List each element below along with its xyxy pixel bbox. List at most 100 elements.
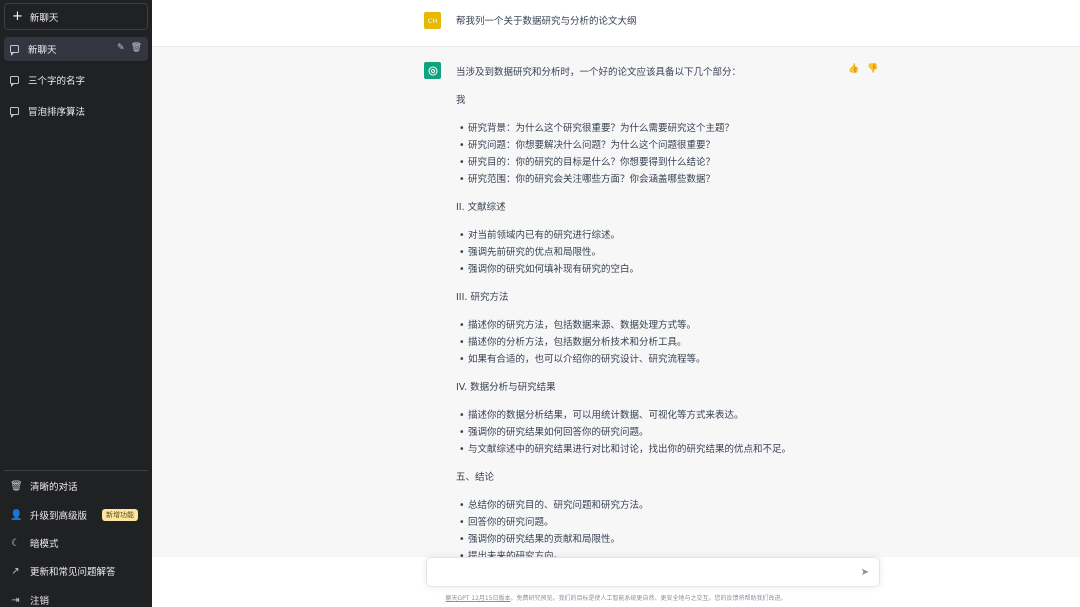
paragraph-text: III. 研究方法	[456, 289, 876, 306]
bullet-marker: •	[459, 123, 465, 134]
bullet-item: • 研究范围：你的研究会关注哪些方面？你会涵盖哪些数据？	[456, 171, 876, 188]
user-avatar: CH	[424, 12, 441, 29]
trash-icon: 🗑	[10, 480, 23, 492]
bullet-marker: •	[459, 337, 465, 348]
line-text: 强调你的研究如何填补现有研究的空白。	[468, 264, 640, 275]
bullet-item: • 强调你的研究结果如何回答你的研究问题。	[456, 424, 876, 441]
upgrade-button[interactable]: 👤 升级到高级版 新增功能	[4, 503, 148, 527]
updates-faq-label: 更新和常见问题解答	[30, 567, 116, 578]
bullet-marker: •	[459, 140, 465, 151]
plus-icon: +	[12, 9, 23, 24]
chat-bubble-icon	[10, 45, 19, 56]
moon-icon: ☾	[11, 537, 20, 549]
paragraph-text: 我	[456, 92, 876, 109]
chat-history-item[interactable]: 冒泡排序算法	[4, 99, 148, 123]
bullet-marker: •	[459, 500, 465, 511]
line-text: 强调先前研究的优点和局限性。	[468, 247, 602, 258]
line-text: 我	[456, 95, 466, 106]
bullet-item: • 描述你的研究方法，包括数据来源、数据处理方式等。	[456, 317, 876, 334]
bullet-marker: •	[459, 427, 465, 438]
line-text: 回答你的研究问题。	[468, 517, 554, 528]
footer-text: 。免费研究预览。我们的目标是使人工智能系统更自然、更安全地与之交互。您的反馈将帮…	[510, 595, 787, 602]
trash-icon[interactable]: 🗑	[131, 43, 142, 53]
chat-history-item[interactable]: 三个字的名字	[4, 68, 148, 92]
assistant-message-row: 👍 👎 当涉及到数据研究和分析时，一个好的论文应该具备以下几个部分：我 • 研究背景…	[152, 47, 1080, 557]
external-link-icon: ↗	[11, 565, 20, 577]
message-input[interactable]: ➤	[426, 557, 880, 587]
user-icon: 👤	[10, 509, 23, 521]
dark-mode-label: 暗模式	[30, 539, 59, 550]
bullet-item: • 对当前领域内已有的研究进行综述。	[456, 227, 876, 244]
bullet-marker: •	[459, 320, 465, 331]
main-chat-area: CH 帮我列一个关于数据研究与分析的论文大纲 👍 👎 当涉及到数据研究和分析时，…	[152, 0, 1080, 607]
release-notes-link[interactable]: 聊天GPT 12月15日版本	[445, 595, 510, 602]
bullet-item: • 描述你的数据分析结果，可以用统计数据、可视化等方式来表达。	[456, 407, 876, 424]
bullet-item: • 与文献综述中的研究结果进行对比和讨论，找出你的研究结果的优点和不足。	[456, 441, 876, 458]
bullet-item: • 研究问题：你想要解决什么问题？为什么这个问题很重要？	[456, 137, 876, 154]
bullet-item: • 回答你的研究问题。	[456, 514, 876, 531]
line-text: 与文献综述中的研究结果进行对比和讨论，找出你的研究结果的优点和不足。	[468, 444, 792, 455]
line-text: 总结你的研究目的、研究问题和研究方法。	[468, 500, 649, 511]
assistant-message-text: 当涉及到数据研究和分析时，一个好的论文应该具备以下几个部分：我 • 研究背景：为什么…	[456, 64, 876, 557]
send-icon[interactable]: ➤	[861, 567, 869, 578]
bullet-item: • 研究目的：你的研究的目标是什么？你想要得到什么结论？	[456, 154, 876, 171]
upgrade-label: 升级到高级版	[30, 511, 88, 522]
line-text: 研究问题：你想要解决什么问题？为什么这个问题很重要？	[468, 140, 716, 151]
bullet-marker: •	[459, 551, 465, 557]
dark-mode-button[interactable]: ☾ 暗模式	[4, 531, 148, 555]
bullet-item: • 如果有合适的，也可以介绍你的研究设计、研究流程等。	[456, 351, 876, 368]
line-text: 强调你的研究结果如何回答你的研究问题。	[468, 427, 649, 438]
logout-button[interactable]: ⇥ 注销	[4, 588, 148, 607]
bullet-marker: •	[459, 264, 465, 275]
logout-label: 注销	[30, 596, 50, 607]
chat-history-item[interactable]: 新聊天 ✎ 🗑	[4, 37, 148, 61]
footer-disclaimer: 聊天GPT 12月15日版本。免费研究预览。我们的目标是使人工智能系统更自然、更…	[152, 593, 1080, 602]
bullet-marker: •	[459, 230, 465, 241]
bullet-marker: •	[459, 354, 465, 365]
updates-faq-link[interactable]: ↗ 更新和常见问题解答	[4, 559, 148, 583]
line-text: 研究目的：你的研究的目标是什么？你想要得到什么结论？	[468, 157, 716, 168]
bullet-item: • 提出未来的研究方向。	[456, 548, 876, 557]
line-text: 描述你的研究方法，包括数据来源、数据处理方式等。	[468, 320, 697, 331]
bullet-marker: •	[459, 157, 465, 168]
bullet-marker: •	[459, 517, 465, 528]
line-text: IV. 数据分析与研究结果	[456, 382, 556, 393]
sidebar: + 新聊天 新聊天 ✎ 🗑 三个字的名字 冒泡排序算法 🗑 清晰的对话 👤 升级…	[0, 0, 152, 607]
paragraph-text: 五、结论	[456, 469, 876, 486]
line-text: 研究范围：你的研究会关注哪些方面？你会涵盖哪些数据？	[468, 174, 716, 185]
line-text: 描述你的数据分析结果，可以用统计数据、可视化等方式来表达。	[468, 410, 744, 421]
bullet-item: • 强调你的研究如何填补现有研究的空白。	[456, 261, 876, 278]
line-text: 研究背景：为什么这个研究很重要？为什么需要研究这个主题？	[468, 123, 735, 134]
bullet-marker: •	[459, 444, 465, 455]
clear-conversations-button[interactable]: 🗑 清晰的对话	[4, 474, 148, 498]
paragraph-text: II. 文献综述	[456, 199, 876, 216]
new-chat-label: 新聊天	[29, 12, 59, 24]
bullet-item: • 强调你的研究结果的贡献和局限性。	[456, 531, 876, 548]
edit-icon[interactable]: ✎	[117, 43, 125, 53]
line-text: 如果有合适的，也可以介绍你的研究设计、研究流程等。	[468, 354, 706, 365]
bullet-item: • 研究背景：为什么这个研究很重要？为什么需要研究这个主题？	[456, 120, 876, 137]
new-chat-button[interactable]: + 新聊天	[4, 3, 148, 30]
bullet-marker: •	[459, 247, 465, 258]
chat-bubble-icon	[10, 76, 19, 87]
paragraph-text: 当涉及到数据研究和分析时，一个好的论文应该具备以下几个部分：	[456, 64, 876, 81]
line-text: 五、结论	[456, 472, 495, 483]
bullet-marker: •	[459, 174, 465, 185]
user-message-row: CH 帮我列一个关于数据研究与分析的论文大纲	[152, 0, 1080, 47]
line-text: 当涉及到数据研究和分析时，一个好的论文应该具备以下几个部分：	[456, 67, 742, 78]
line-text: II. 文献综述	[456, 202, 506, 213]
bullet-marker: •	[459, 534, 465, 545]
paragraph-text: IV. 数据分析与研究结果	[456, 379, 876, 396]
chat-history-label: 冒泡排序算法	[28, 107, 86, 118]
sidebar-divider	[4, 470, 148, 471]
bullet-item: • 总结你的研究目的、研究问题和研究方法。	[456, 497, 876, 514]
